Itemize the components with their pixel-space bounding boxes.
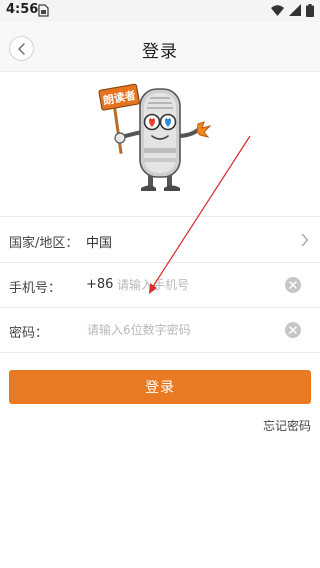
phone-input[interactable] [117,273,267,297]
password-input[interactable] [87,318,267,342]
status-time: 4:56 [6,2,39,17]
sim-icon [38,4,49,17]
forgot-password-link[interactable]: 忘记密码 [263,417,311,434]
region-row[interactable]: 国家/地区： 中国 [0,218,320,262]
password-clear-button[interactable] [285,322,301,338]
phone-label: 手机号： [9,281,62,296]
password-row: 密码： [0,308,320,352]
mascot-illustration: 朗读者 [98,83,212,191]
chevron-right-icon [301,233,309,247]
phone-country-code: +86 [86,277,114,292]
region-label: 国家/地区： [9,236,79,251]
divider [0,352,320,353]
status-icons [271,4,314,17]
password-label: 密码： [9,326,49,341]
phone-clear-button[interactable] [285,277,301,293]
login-screen: 4:56 登录 朗读者 国家/地区： 中国 手机号： +86 请输入手机号 密码… [0,0,320,568]
region-value: 中国 [86,236,113,251]
clear-icon [289,326,297,334]
clear-icon [289,281,297,289]
page-title: 登录 [142,42,178,62]
battery-icon [306,4,314,17]
wifi-icon [271,5,284,16]
nav-bar: 登录 [0,22,320,72]
phone-row: 手机号： +86 [0,263,320,307]
signal-icon [289,4,301,16]
status-bar: 4:56 [0,0,320,22]
divider [0,216,320,217]
login-button[interactable]: 登录 [9,370,311,404]
